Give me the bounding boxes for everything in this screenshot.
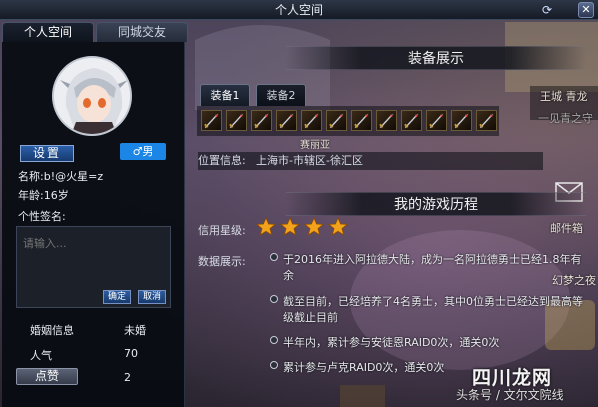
tab-equipment-2[interactable]: 装备2 xyxy=(256,84,306,106)
sword-icon[interactable] xyxy=(301,110,322,131)
bullet-icon xyxy=(270,336,278,344)
settings-button[interactable]: 设置 xyxy=(20,145,74,162)
background-signpost-text: 赛丽亚 xyxy=(300,140,330,151)
signature-label: 个性签名: xyxy=(18,210,66,223)
name-value: b!@火星=z xyxy=(43,170,104,183)
like-count: 2 xyxy=(124,371,131,384)
close-button[interactable]: ✕ xyxy=(578,2,594,18)
bullet-icon xyxy=(270,253,278,261)
background-mail-text: 邮件箱 xyxy=(550,222,583,235)
rating-label: 信用星级: xyxy=(198,224,246,237)
sword-icon[interactable] xyxy=(326,110,347,131)
window-title: 个人空间 xyxy=(274,3,323,17)
history-title: 我的游戏历程 xyxy=(286,192,586,216)
refresh-icon[interactable]: ⟳ xyxy=(540,3,554,17)
sword-icon[interactable] xyxy=(251,110,272,131)
star-icon xyxy=(303,216,325,237)
star-icon xyxy=(255,216,277,237)
tab-personal-space[interactable]: 个人空间 xyxy=(2,22,94,42)
star-icon xyxy=(327,216,349,237)
age-row: 年龄:16岁 xyxy=(18,187,69,203)
popularity-label: 人气 xyxy=(30,349,52,362)
sword-icon[interactable] xyxy=(401,110,422,131)
cancel-button[interactable]: 取消 xyxy=(138,290,166,304)
sword-icon[interactable] xyxy=(476,110,497,131)
name-row: 名称:b!@火星=z xyxy=(18,168,103,184)
marriage-value: 未婚 xyxy=(124,324,146,337)
sword-icon[interactable] xyxy=(376,110,397,131)
history-record: 截至目前，已经培养了4名勇士，其中0位勇士已经达到最高等级截止目前 xyxy=(270,294,588,326)
background-side-text: 王城 青龙 xyxy=(540,90,588,103)
bullet-icon xyxy=(270,361,278,369)
history-record: 于2016年进入阿拉德大陆，成为一名阿拉德勇士已经1.8年有余 xyxy=(270,252,588,284)
star-icon xyxy=(279,216,301,237)
marriage-label: 婚姻信息 xyxy=(30,324,74,337)
sword-icon[interactable] xyxy=(226,110,247,131)
profile-panel: 设置 ♂男 名称:b!@火星=z 年龄:16岁 个性签名: 确定 取消 婚姻信息… xyxy=(2,42,185,407)
profile-window: 赛丽亚 邮件箱 一见青之守 幻梦之夜 王城 青龙 个人空间 ⟳ ✕ 个人空间 同… xyxy=(0,0,598,407)
equipment-slots xyxy=(197,106,499,136)
watermark-caption: 头条号 / 文尔文院线 xyxy=(456,388,564,402)
location-value: 上海市-市辖区-徐汇区 xyxy=(256,154,363,167)
sword-icon[interactable] xyxy=(351,110,372,131)
location-row: 位置信息: 上海市-市辖区-徐汇区 xyxy=(198,152,543,170)
records-label: 数据展示: xyxy=(198,255,246,268)
tab-local-friends[interactable]: 同城交友 xyxy=(96,22,188,42)
history-record: 半年内，累计参与安徒恩RAID0次，通关0次 xyxy=(270,335,588,351)
age-value: 16岁 xyxy=(43,189,69,202)
like-button[interactable]: 点赞 xyxy=(16,368,78,385)
location-label: 位置信息: xyxy=(198,154,246,167)
sword-icon[interactable] xyxy=(201,110,222,131)
background-quest-text: 一见青之守 xyxy=(538,112,593,125)
title-bar: 个人空间 ⟳ ✕ xyxy=(0,0,598,20)
signature-input[interactable] xyxy=(23,233,163,253)
popularity-value: 70 xyxy=(124,347,138,360)
sword-icon[interactable] xyxy=(451,110,472,131)
confirm-button[interactable]: 确定 xyxy=(103,290,131,304)
sword-icon[interactable] xyxy=(426,110,447,131)
signature-box: 确定 取消 xyxy=(16,226,171,308)
tab-equipment-1[interactable]: 装备1 xyxy=(200,84,250,106)
name-label: 名称: xyxy=(18,170,44,183)
bullet-icon xyxy=(270,295,278,303)
sword-icon[interactable] xyxy=(276,110,297,131)
age-label: 年龄: xyxy=(18,189,44,202)
avatar xyxy=(52,56,132,136)
equipment-title: 装备展示 xyxy=(286,46,586,70)
gender-badge: ♂男 xyxy=(120,143,166,160)
